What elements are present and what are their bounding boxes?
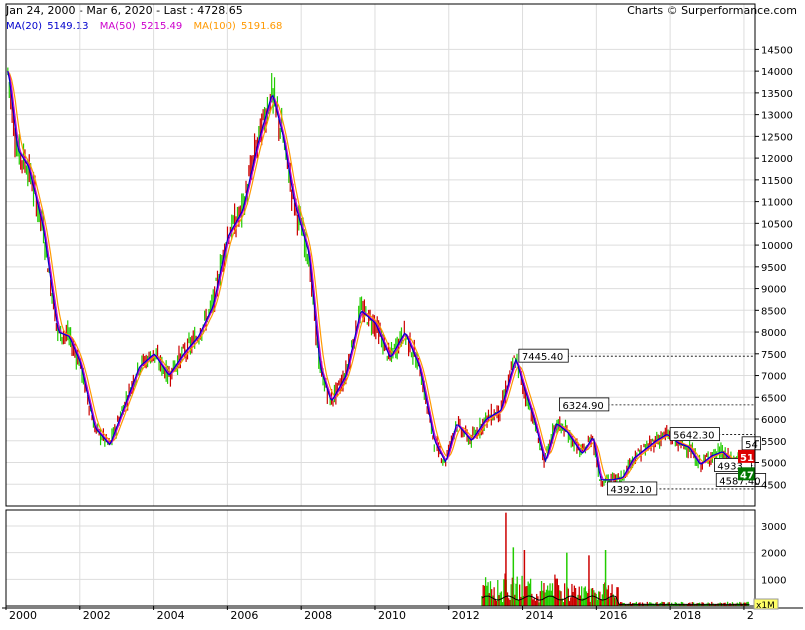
- year-label: 2: [747, 609, 754, 622]
- price-tick-label: 8500: [761, 306, 786, 317]
- price-tick-label: 14500: [761, 45, 793, 56]
- price-tick-label: 5500: [761, 437, 786, 448]
- volume-panel-frame: [5, 509, 756, 607]
- price-series-group: [7, 67, 750, 487]
- price-tick-label: 8000: [761, 328, 786, 339]
- year-label: 2004: [157, 609, 185, 622]
- volume-tick-label: 3000: [761, 522, 786, 533]
- volume-gridlines: [5, 510, 755, 606]
- last-price-tag-label: 47: [740, 470, 754, 481]
- year-label: 2018: [673, 609, 701, 622]
- year-label: 2006: [230, 609, 258, 622]
- price-tick-label: 10000: [761, 241, 793, 252]
- price-callouts: 7445.406324.905642.304933.4587.404392.10…: [518, 348, 767, 496]
- price-tick-label: 12000: [761, 154, 793, 165]
- callout-label: 5642.30: [673, 431, 714, 442]
- price-tick-label: 12500: [761, 132, 793, 143]
- year-label: 2012: [452, 609, 480, 622]
- price-tick-label: 6500: [761, 393, 786, 404]
- year-label: 2008: [304, 609, 332, 622]
- price-tick-label: 9500: [761, 263, 786, 274]
- callout-label: 6324.90: [562, 401, 603, 412]
- price-tick-label: 5000: [761, 459, 786, 470]
- price-tick-label: 13000: [761, 111, 793, 122]
- year-label: 2000: [9, 609, 37, 622]
- volume-tick-label: 1000: [761, 575, 786, 586]
- price-tick-label: 6000: [761, 415, 786, 426]
- price-tick-label: 13500: [761, 89, 793, 100]
- volume-unit-label: x1M: [756, 601, 775, 611]
- last-price-tag-label: 51: [740, 453, 754, 464]
- price-tick-label: 11500: [761, 176, 793, 187]
- stock-chart: 7445.406324.905642.304933.4587.404392.10…: [2, 3, 803, 622]
- price-tick-label: 9000: [761, 285, 786, 296]
- price-tick-label: 14000: [761, 67, 793, 78]
- year-label: 2016: [599, 609, 627, 622]
- callout-label: 7445.40: [522, 352, 563, 363]
- year-label: 2010: [378, 609, 406, 622]
- price-tick-label: 10500: [761, 219, 793, 230]
- price-tick-label: 4500: [761, 480, 786, 491]
- price-tick-label: 11000: [761, 198, 793, 209]
- year-label: 2002: [83, 609, 111, 622]
- volume-tick-label: 2000: [761, 549, 786, 560]
- chart-axes: 4500 5000 5500 6000 6500 7000 7500 8000 8500 9000…: [2, 3, 803, 622]
- callout-label: 4392.10: [610, 485, 651, 496]
- price-tick-label: 7500: [761, 350, 786, 361]
- callout-label: 54: [745, 440, 758, 451]
- year-label: 2014: [526, 609, 554, 622]
- price-tick-label: 7000: [761, 372, 786, 383]
